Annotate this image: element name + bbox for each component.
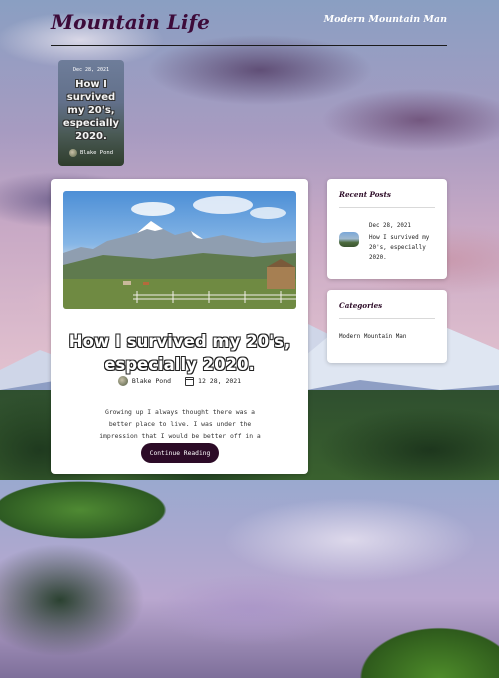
featured-post-date: Dec 28, 2021	[72, 67, 110, 73]
widget-title-recent-posts: Recent Posts	[339, 190, 391, 199]
author-avatar	[117, 376, 128, 386]
post-date-text: 12 28, 2021	[198, 377, 242, 385]
category-link[interactable]: Modern Mountain Man	[339, 334, 406, 340]
continue-reading-button[interactable]: Continue Reading	[141, 443, 219, 463]
recent-post-thumbnail[interactable]	[339, 232, 359, 247]
featured-post-title[interactable]: How I survived my 20's, especially 2020.	[60, 78, 122, 143]
site-tagline[interactable]: Modern Mountain Man	[324, 14, 447, 25]
featured-post-card[interactable]: Dec 28, 2021 How I survived my 20's, esp…	[58, 60, 124, 166]
recent-posts-widget: Recent Posts Dec 28, 2021 How I survived…	[327, 179, 447, 279]
post-image[interactable]	[63, 191, 296, 309]
shrub	[299, 568, 499, 678]
widget-title-categories: Categories	[339, 301, 383, 310]
featured-author-name: Blake Pond	[79, 150, 114, 156]
author-avatar	[68, 149, 77, 157]
post-card: How I survived my 20's, especially 2020.…	[51, 179, 308, 474]
recent-post-date: Dec 28, 2021	[369, 223, 411, 229]
divider	[339, 318, 435, 319]
post-author-name: Blake Pond	[131, 377, 172, 385]
divider	[339, 207, 435, 208]
calendar-icon	[185, 376, 195, 386]
post-meta: Blake Pond 12 28, 2021	[51, 376, 308, 386]
post-author[interactable]: Blake Pond	[117, 376, 172, 386]
recent-post-title[interactable]: How I survived my 20's, especially 2020.	[369, 233, 441, 263]
grass-bank	[0, 470, 220, 550]
site-header: Mountain Life Modern Mountain Man	[51, 10, 447, 46]
site-title[interactable]: Mountain Life	[51, 10, 210, 34]
post-date: 12 28, 2021	[185, 376, 241, 386]
post-title[interactable]: How I survived my 20's, especially 2020.	[63, 330, 296, 376]
featured-post-author: Blake Pond	[58, 149, 124, 157]
categories-widget: Categories Modern Mountain Man	[327, 290, 447, 363]
